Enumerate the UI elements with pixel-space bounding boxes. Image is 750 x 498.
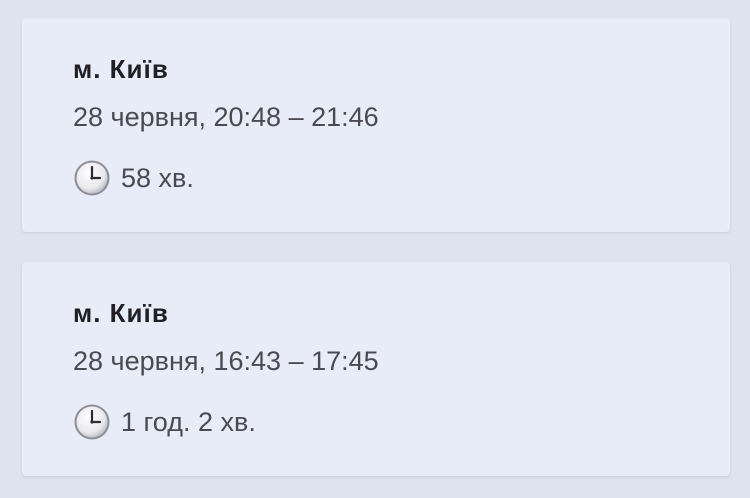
clock-icon <box>73 403 111 441</box>
outage-time-range: 28 червня, 20:48 – 21:46 <box>73 102 379 132</box>
clock-icon <box>73 159 111 197</box>
outage-card[interactable]: м. Київ 28 червня, 16:43 – 17:45 1 год. … <box>22 262 730 476</box>
outage-city: м. Київ <box>73 298 169 328</box>
outage-duration: 58 хв. <box>121 163 194 193</box>
outage-duration-row: 1 год. 2 хв. <box>73 403 256 441</box>
outage-duration: 1 год. 2 хв. <box>121 407 256 437</box>
outage-time-range: 28 червня, 16:43 – 17:45 <box>73 346 379 376</box>
outage-duration-row: 58 хв. <box>73 159 194 197</box>
outage-card[interactable]: м. Київ 28 червня, 20:48 – 21:46 58 хв. <box>22 18 730 232</box>
outage-city: м. Київ <box>73 54 169 84</box>
